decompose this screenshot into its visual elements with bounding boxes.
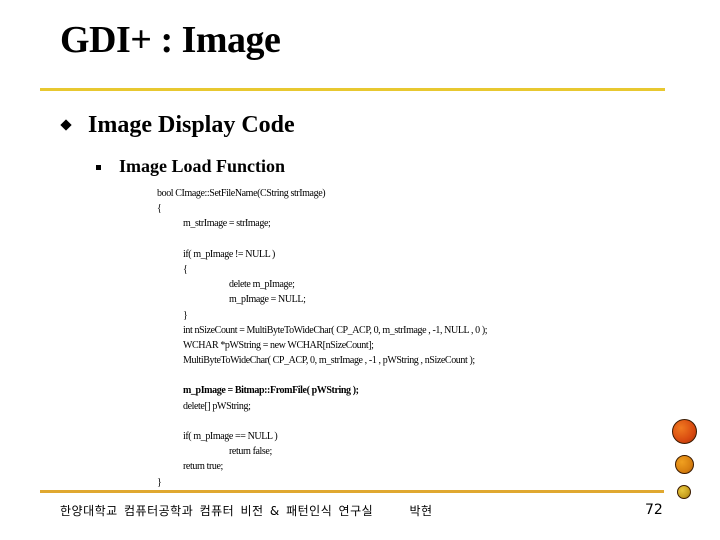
code-line: WCHAR *pWString = new WCHAR[nSizeCount];	[183, 339, 374, 351]
code-line: m_pImage = NULL;	[229, 294, 306, 306]
code-line: MultiByteToWideChar( CP_ACP, 0, m_strIma…	[183, 355, 475, 367]
decorative-circle-medium-icon	[675, 455, 694, 474]
bullet-level1: Image Display Code	[60, 112, 295, 139]
diamond-bullet-icon	[60, 118, 72, 131]
footer-institution: 한양대학교 컴퓨터공학과 컴퓨터 비전 & 패턴인식 연구실	[60, 504, 374, 518]
code-line: if( m_pImage == NULL )	[183, 431, 278, 442]
code-line: int nSizeCount = MultiByteToWideChar( CP…	[183, 324, 488, 336]
code-line: bool CImage::SetFileName(CString strImag…	[157, 188, 326, 199]
code-line: }	[183, 309, 188, 321]
code-line: if( m_pImage != NULL )	[183, 248, 275, 260]
page-number: 72	[645, 502, 663, 518]
title-underline	[40, 88, 665, 91]
square-bullet-icon	[96, 165, 101, 170]
decorative-circle-large-icon	[672, 419, 697, 444]
bullet-level1-text: Image Display Code	[88, 112, 295, 138]
code-line: delete m_pImage;	[229, 279, 295, 291]
code-line: return true;	[183, 461, 223, 473]
code-block: bool CImage::SetFileName(CString strImag…	[157, 186, 488, 490]
footer-author: 박현	[409, 504, 433, 518]
bullet-level2: Image Load Function	[96, 156, 285, 177]
code-line: {	[183, 263, 188, 275]
code-line: m_pImage = Bitmap::FromFile( pWString );	[183, 385, 359, 397]
code-line: delete[] pWString;	[183, 400, 251, 412]
code-line: {	[157, 203, 162, 215]
slide-title: GDI+ : Image	[60, 19, 281, 61]
decorative-circle-small-icon	[677, 485, 691, 499]
bullet-level2-text: Image Load Function	[119, 156, 286, 176]
footer: 한양대학교 컴퓨터공학과 컴퓨터 비전 & 패턴인식 연구실 박현	[60, 502, 433, 519]
code-line: return false;	[229, 446, 272, 458]
footer-rule	[40, 490, 664, 493]
code-line: m_strImage = strImage;	[183, 218, 271, 230]
code-line: }	[157, 476, 162, 488]
